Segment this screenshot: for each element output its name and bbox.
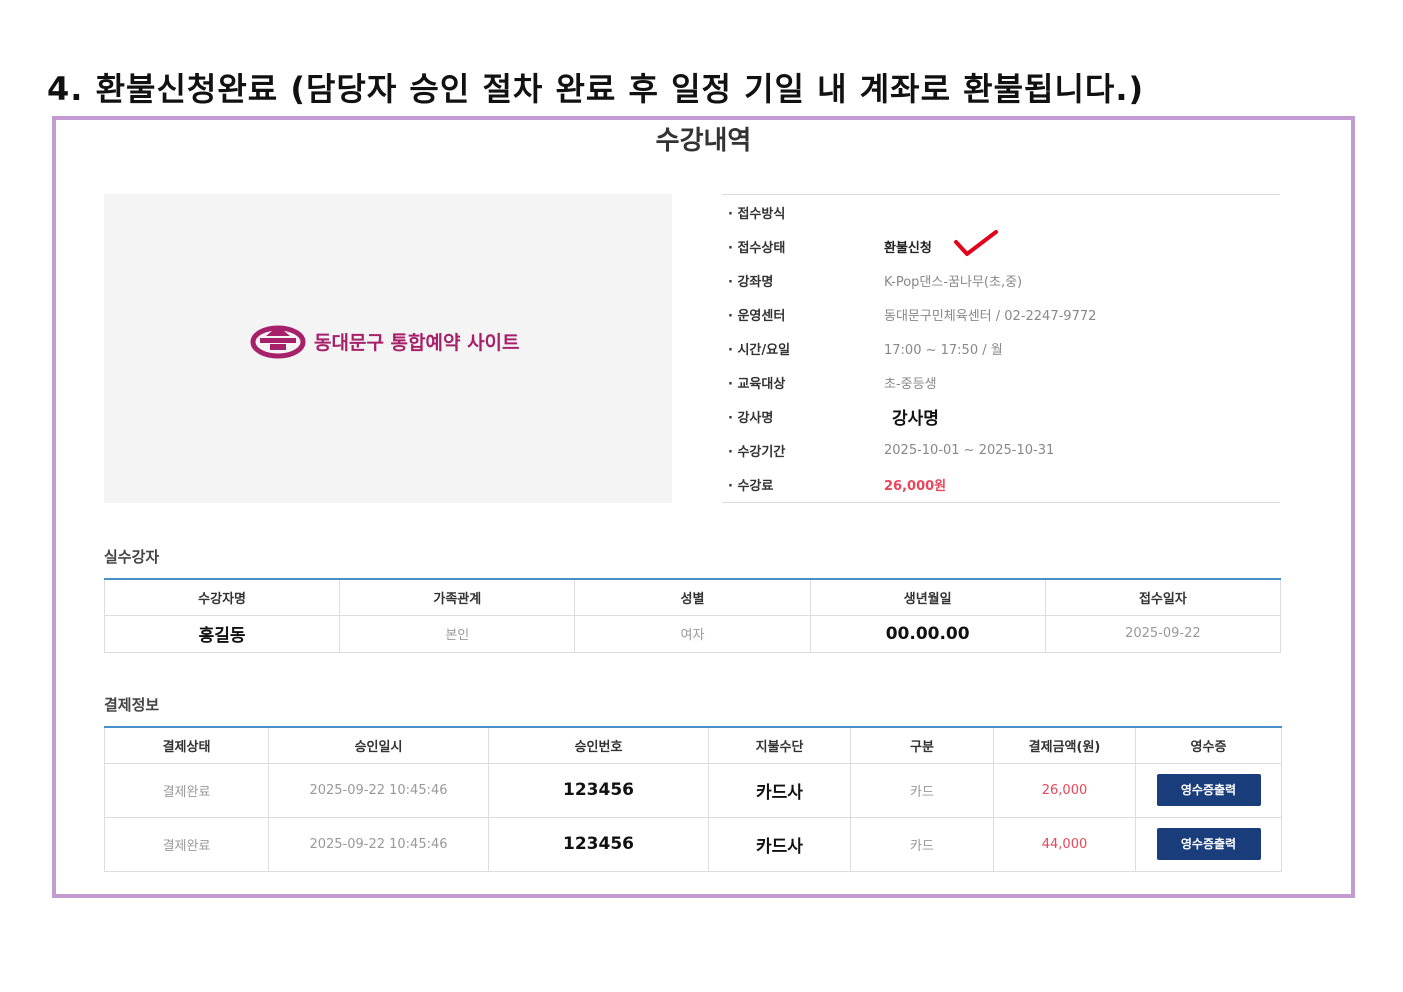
info-row-center: · 운영센터 동대문구민체육센터 / 02-2247-9772 bbox=[722, 304, 1280, 324]
status-value: 환불신청 bbox=[884, 240, 932, 256]
payment-type: 카드 bbox=[850, 762, 994, 818]
info-row-method: · 접수방식 bbox=[722, 202, 1280, 222]
column-header: 결제금액(원) bbox=[993, 726, 1136, 764]
info-row-period: · 수강기간 2025-10-01 ~ 2025-10-31 bbox=[722, 440, 1280, 460]
print-receipt-button[interactable]: 영수증출력 bbox=[1156, 828, 1261, 860]
column-header: 결제상태 bbox=[104, 726, 269, 764]
column-header: 생년월일 bbox=[809, 578, 1046, 616]
site-logo: 동대문구 통합예약 사이트 bbox=[250, 322, 520, 360]
payment-section-title: 결제정보 bbox=[104, 696, 160, 714]
info-value: 2025-10-01 ~ 2025-10-31 bbox=[884, 442, 1055, 458]
info-label: · 강좌명 bbox=[728, 274, 774, 290]
info-row-fee: · 수강료 26,000원 bbox=[722, 474, 1280, 494]
payment-type: 카드 bbox=[850, 816, 994, 872]
column-header: 승인번호 bbox=[488, 726, 709, 764]
info-value: 17:00 ~ 17:50 / 월 bbox=[884, 342, 1003, 358]
approval-datetime: 2025-09-22 10:45:46 bbox=[268, 816, 489, 872]
instructor-value: 강사명 bbox=[892, 408, 939, 429]
info-label: · 접수상태 bbox=[728, 240, 786, 256]
column-header: 가족관계 bbox=[339, 578, 576, 616]
birth-date: 00.00.00 bbox=[809, 614, 1046, 653]
receipt-cell: 영수증출력 bbox=[1135, 816, 1282, 872]
info-label: · 시간/요일 bbox=[728, 342, 791, 358]
payment-method: 카드사 bbox=[708, 762, 851, 818]
approval-datetime: 2025-09-22 10:45:46 bbox=[268, 762, 489, 818]
info-row-instructor: · 강사명 강사명 bbox=[722, 406, 1280, 429]
approval-number: 123456 bbox=[488, 762, 709, 818]
info-value: 동대문구민체육센터 / 02-2247-9772 bbox=[884, 308, 1097, 324]
step-title: 4. 환불신청완료 (담당자 승인 절차 완료 후 일정 기일 내 계좌로 환불… bbox=[47, 70, 1145, 108]
info-value: K-Pop댄스-꿈나무(초,중) bbox=[884, 274, 1023, 290]
table-row: 결제완료 2025-09-22 10:45:46 123456 카드사 카드 2… bbox=[104, 762, 1282, 818]
relationship: 본인 bbox=[339, 614, 576, 653]
info-row-status: · 접수상태 환불신청 bbox=[722, 230, 1280, 256]
course-history-panel: 수강내역 동대문구 통합예약 사이트 · 접수방식 · 접수상태 환불신청 · … bbox=[52, 116, 1355, 898]
info-label: · 강사명 bbox=[728, 410, 774, 426]
logo-emblem-icon bbox=[250, 325, 306, 359]
column-header: 접수일자 bbox=[1044, 578, 1282, 616]
payment-amount: 44,000 bbox=[993, 816, 1136, 872]
info-label: · 수강기간 bbox=[728, 444, 786, 460]
info-row-time: · 시간/요일 17:00 ~ 17:50 / 월 bbox=[722, 338, 1280, 358]
payment-table: 결제상태 승인일시 승인번호 지불수단 구분 결제금액(원) 영수증 결제완료 … bbox=[104, 726, 1282, 872]
payment-amount: 26,000 bbox=[993, 762, 1136, 818]
application-date: 2025-09-22 bbox=[1044, 614, 1282, 653]
column-header: 승인일시 bbox=[268, 726, 489, 764]
column-header: 수강자명 bbox=[103, 578, 341, 616]
payment-method: 카드사 bbox=[708, 816, 851, 872]
info-label: · 접수방식 bbox=[728, 206, 786, 222]
table-header-row: 결제상태 승인일시 승인번호 지불수단 구분 결제금액(원) 영수증 bbox=[104, 726, 1282, 764]
table-row: 결제완료 2025-09-22 10:45:46 123456 카드사 카드 4… bbox=[104, 816, 1282, 872]
gender: 여자 bbox=[574, 614, 811, 653]
payment-status: 결제완료 bbox=[104, 816, 269, 872]
attendee-table: 수강자명 가족관계 성별 생년월일 접수일자 홍길동 본인 여자 00.00.0… bbox=[103, 578, 1282, 653]
attendee-name: 홍길동 bbox=[103, 614, 341, 653]
info-value: 초-중등생 bbox=[884, 376, 937, 392]
attendee-section-title: 실수강자 bbox=[104, 548, 160, 566]
info-label: · 교육대상 bbox=[728, 376, 786, 392]
course-info-list: · 접수방식 · 접수상태 환불신청 · 강좌명 K-Pop댄스-꿈나무(초,중… bbox=[722, 194, 1280, 503]
info-label: · 운영센터 bbox=[728, 308, 786, 324]
table-row: 홍길동 본인 여자 00.00.00 2025-09-22 bbox=[103, 614, 1282, 653]
table-header-row: 수강자명 가족관계 성별 생년월일 접수일자 bbox=[103, 578, 1282, 616]
info-row-target: · 교육대상 초-중등생 bbox=[722, 372, 1280, 392]
column-header: 성별 bbox=[574, 578, 811, 616]
course-thumbnail: 동대문구 통합예약 사이트 bbox=[104, 194, 672, 503]
receipt-cell: 영수증출력 bbox=[1135, 762, 1282, 818]
page-title: 수강내역 bbox=[655, 126, 752, 156]
column-header: 구분 bbox=[850, 726, 994, 764]
logo-text: 동대문구 통합예약 사이트 bbox=[314, 331, 520, 354]
print-receipt-button[interactable]: 영수증출력 bbox=[1156, 774, 1261, 806]
fee-value: 26,000원 bbox=[884, 478, 947, 494]
column-header: 영수증 bbox=[1135, 726, 1282, 764]
info-label: · 수강료 bbox=[728, 478, 774, 494]
approval-number: 123456 bbox=[488, 816, 709, 872]
info-row-course: · 강좌명 K-Pop댄스-꿈나무(초,중) bbox=[722, 270, 1280, 290]
column-header: 지불수단 bbox=[708, 726, 851, 764]
checkmark-icon bbox=[954, 230, 998, 256]
payment-status: 결제완료 bbox=[104, 762, 269, 818]
